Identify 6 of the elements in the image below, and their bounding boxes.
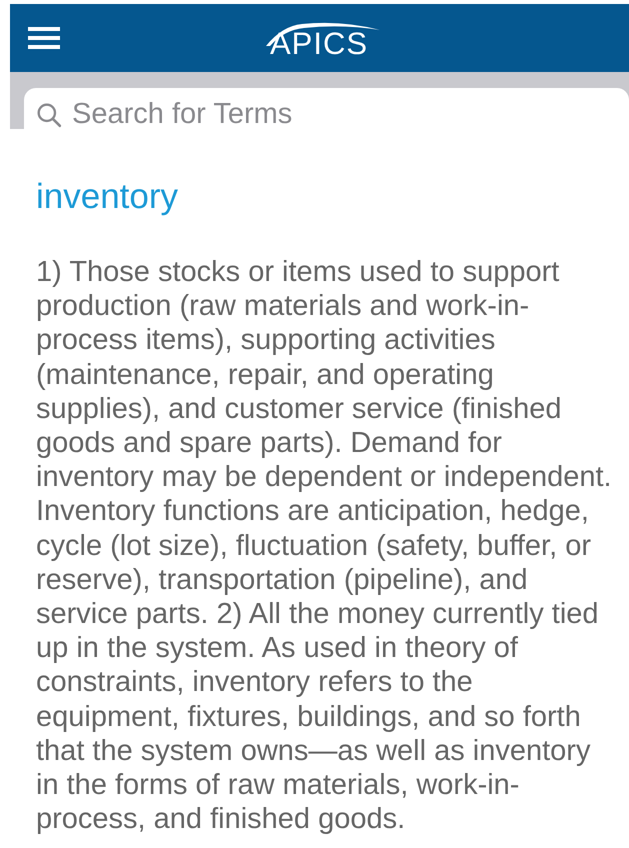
search-icon <box>36 102 62 128</box>
logo: APICS <box>260 12 390 62</box>
term-definition: 1) Those stocks or items used to support production (raw materials and work-in-process items), supporting activities (maintenance, repair, and operating supplies), and customer service (finished goods and spare parts). Demand for inventory may be dependent or independent. Inventory functions are anticipation, hedge, cycle (lot size), fluctuation (safety, buffer, or reserve), transportation (pipeline), and service parts. 2) All the money currently tied up in the system. As used in theory of constraints, inventory refers to the equipment, fixtures, buildings, and so forth that the system owns—as well as inventory in the forms of raw materials, work-in-process, and finished goods. <box>36 255 613 836</box>
search-input[interactable]: Search for Terms <box>70 97 629 132</box>
menu-icon[interactable] <box>28 27 60 49</box>
term-title: inventory <box>36 177 180 217</box>
